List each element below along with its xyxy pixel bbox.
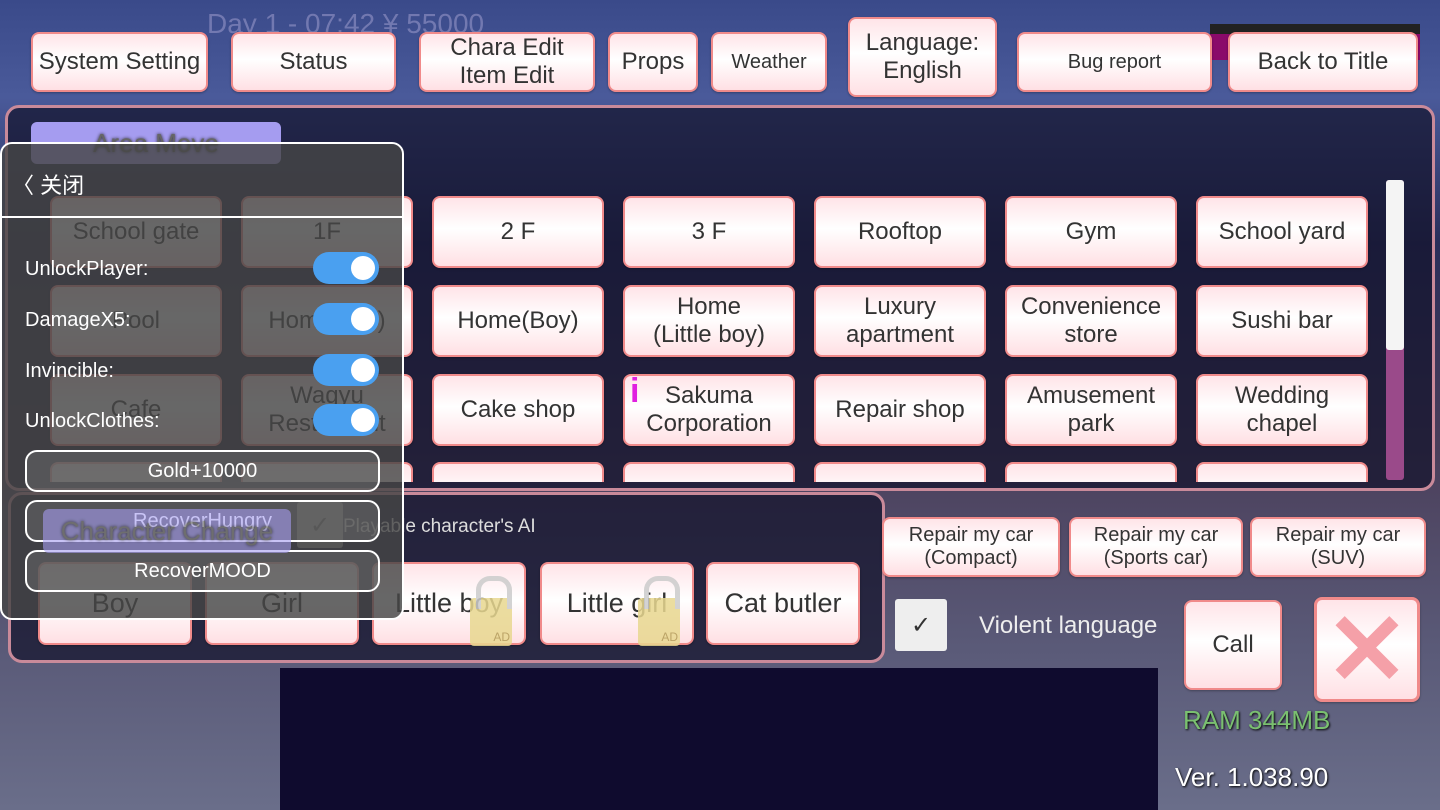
lock-icon: AD: [638, 576, 680, 646]
character-button[interactable]: Cat butler: [706, 562, 860, 645]
violent-language-label: Violent language: [979, 612, 1158, 639]
area-button[interactable]: [432, 462, 604, 482]
toggle-label: Invincible:: [25, 360, 114, 382]
chevron-left-icon: 〈: [12, 173, 35, 198]
info-marker: i: [630, 372, 640, 410]
character-change-tab[interactable]: Character Change: [43, 509, 291, 553]
area-button[interactable]: Home (Little boy): [623, 285, 795, 357]
toggle-label: UnlockPlayer:: [25, 258, 149, 280]
area-button[interactable]: Sushi bar: [1196, 285, 1368, 357]
call-button[interactable]: Call: [1184, 600, 1282, 690]
area-button[interactable]: Sakuma Corporation: [623, 374, 795, 446]
repair-car-button[interactable]: Repair my car (Compact): [882, 517, 1060, 577]
mod-menu-close[interactable]: 〈 关闭: [12, 168, 84, 200]
ad-banner-area: [280, 668, 1158, 810]
toggle-label: DamageX5:: [25, 309, 131, 331]
area-button[interactable]: [814, 462, 986, 482]
toggle-switch[interactable]: [313, 404, 379, 436]
version-label: Ver. 1.038.90: [1175, 762, 1329, 792]
area-button[interactable]: School yard: [1196, 196, 1368, 268]
area-button[interactable]: [1196, 462, 1368, 482]
toggle-label: UnlockClothes:: [25, 410, 160, 432]
toggle-switch[interactable]: [313, 303, 379, 335]
area-button[interactable]: Repair shop: [814, 374, 986, 446]
close-label: 关闭: [40, 173, 85, 198]
area-scrollbar[interactable]: [1386, 180, 1404, 480]
area-button[interactable]: Wedding chapel: [1196, 374, 1368, 446]
toggle-switch[interactable]: [313, 354, 379, 386]
area-button[interactable]: 2 F: [432, 196, 604, 268]
area-button[interactable]: [1005, 462, 1177, 482]
mod-menu-button[interactable]: RecoverMOOD: [25, 550, 380, 592]
violent-language-checkbox[interactable]: ✓: [895, 599, 947, 651]
scrollbar-thumb[interactable]: [1386, 180, 1404, 350]
close-x-button[interactable]: ✕: [1314, 597, 1420, 702]
ram-readout: RAM 344MB: [1183, 705, 1331, 735]
close-icon: ✕: [1325, 593, 1409, 706]
area-button[interactable]: Amusement park: [1005, 374, 1177, 446]
area-button[interactable]: Luxury apartment: [814, 285, 986, 357]
lock-icon: AD: [470, 576, 512, 646]
area-button[interactable]: Gym: [1005, 196, 1177, 268]
repair-car-button[interactable]: Repair my car (Sports car): [1069, 517, 1243, 577]
area-button[interactable]: Cake shop: [432, 374, 604, 446]
toggle-switch[interactable]: [313, 252, 379, 284]
repair-car-button[interactable]: Repair my car (SUV): [1250, 517, 1426, 577]
area-button[interactable]: Rooftop: [814, 196, 986, 268]
mod-menu-button[interactable]: Gold+10000: [25, 450, 380, 492]
area-button[interactable]: Police station: [623, 462, 795, 482]
area-button[interactable]: 3 F: [623, 196, 795, 268]
area-button[interactable]: Convenience store: [1005, 285, 1177, 357]
area-button[interactable]: Home(Boy): [432, 285, 604, 357]
divider: [2, 216, 404, 218]
